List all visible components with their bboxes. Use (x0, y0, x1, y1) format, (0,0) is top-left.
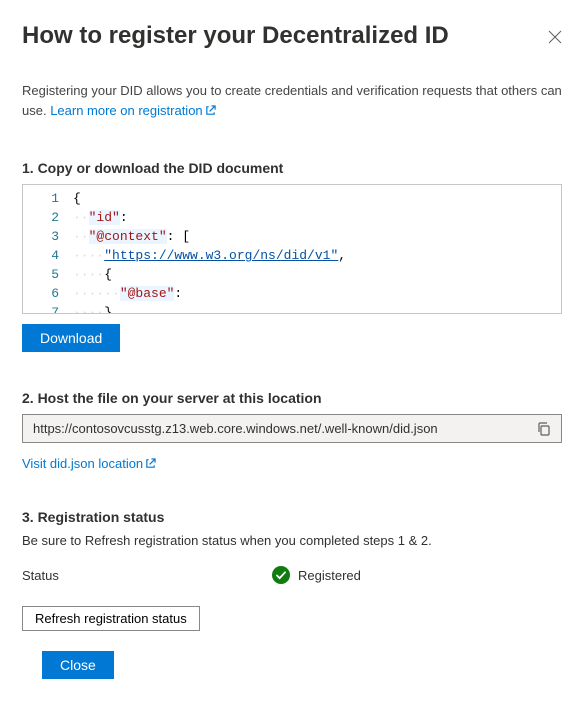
did-document-code[interactable]: 1{2··"id":3··"@context": [4····"https://… (22, 184, 562, 314)
location-value: https://contosovcusstg.z13.web.core.wind… (33, 421, 438, 436)
intro-text: Registering your DID allows you to creat… (22, 81, 562, 120)
status-row: Status Registered (22, 566, 562, 584)
step3-description: Be sure to Refresh registration status w… (22, 533, 562, 548)
code-line: 6······"@base": (23, 284, 561, 303)
visit-location-link[interactable]: Visit did.json location (22, 456, 156, 471)
location-field: https://contosovcusstg.z13.web.core.wind… (22, 414, 562, 443)
download-button[interactable]: Download (22, 324, 120, 352)
close-icon[interactable] (548, 30, 562, 44)
success-check-icon (272, 566, 290, 584)
step2-heading: 2. Host the file on your server at this … (22, 390, 562, 406)
status-label: Status (22, 568, 272, 583)
step1-heading: 1. Copy or download the DID document (22, 160, 562, 176)
status-value: Registered (298, 568, 361, 583)
code-line: 2··"id": (23, 208, 561, 227)
page-title: How to register your Decentralized ID (22, 22, 449, 50)
code-line: 7····} (23, 303, 561, 314)
step3-heading: 3. Registration status (22, 509, 562, 525)
external-link-icon (145, 458, 156, 469)
refresh-status-button[interactable]: Refresh registration status (22, 606, 200, 631)
copy-icon[interactable] (537, 422, 551, 436)
code-line: 3··"@context": [ (23, 227, 561, 246)
code-line: 5····{ (23, 265, 561, 284)
code-line: 1{ (23, 189, 561, 208)
learn-more-link[interactable]: Learn more on registration (50, 103, 215, 118)
code-line: 4····"https://www.w3.org/ns/did/v1", (23, 246, 561, 265)
close-button[interactable]: Close (42, 651, 114, 679)
external-link-icon (205, 105, 216, 116)
